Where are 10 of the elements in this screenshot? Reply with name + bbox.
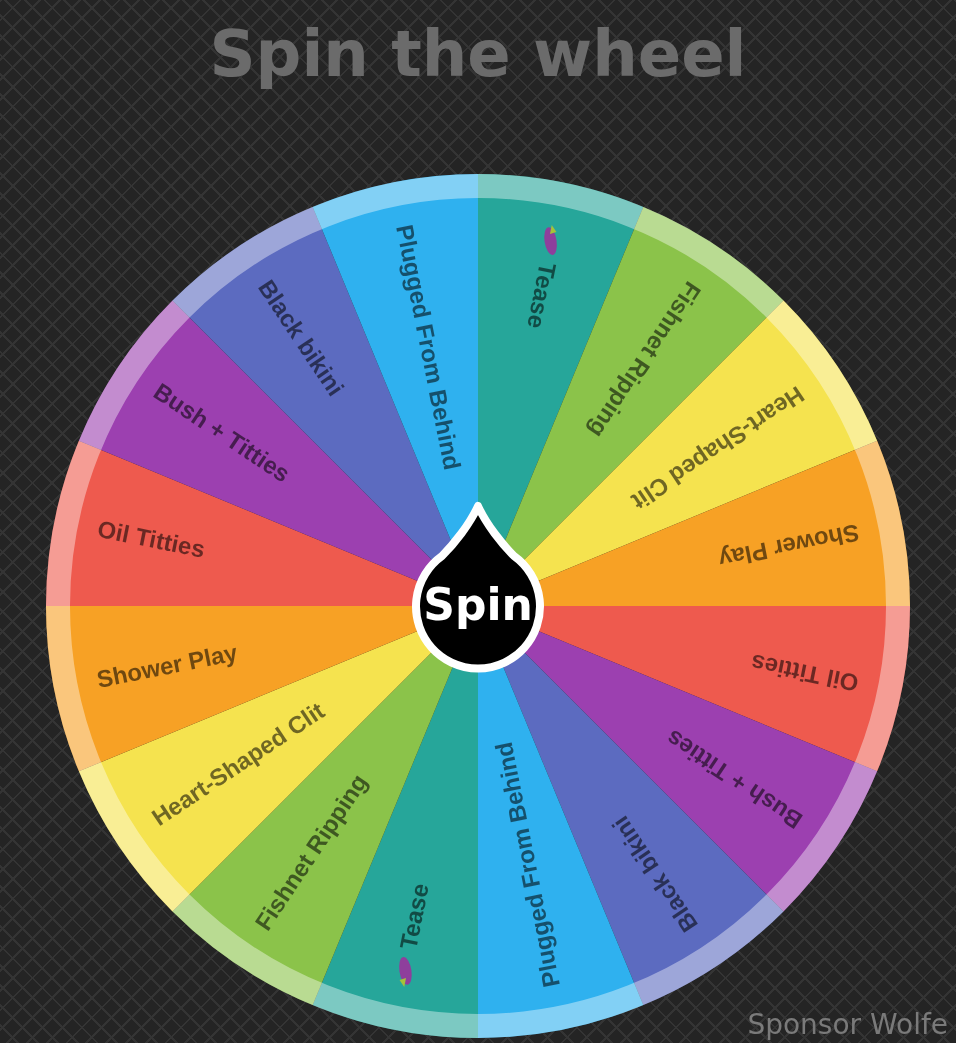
segment-label: Shower Play [94, 638, 240, 693]
sponsor-text: Sponsor Wolfe [747, 1010, 948, 1041]
segment-label: Shower Play [716, 519, 862, 574]
segment-label: Tease [394, 881, 434, 952]
segment-label: Plugged From Behind [489, 739, 565, 990]
spin-button[interactable]: Spin [412, 502, 544, 673]
segment-label: Tease [522, 260, 562, 331]
segment-label: Oil Titties [748, 649, 861, 698]
segment-label: Oil Titties [95, 514, 208, 563]
segment-label: Plugged From Behind [391, 222, 467, 473]
